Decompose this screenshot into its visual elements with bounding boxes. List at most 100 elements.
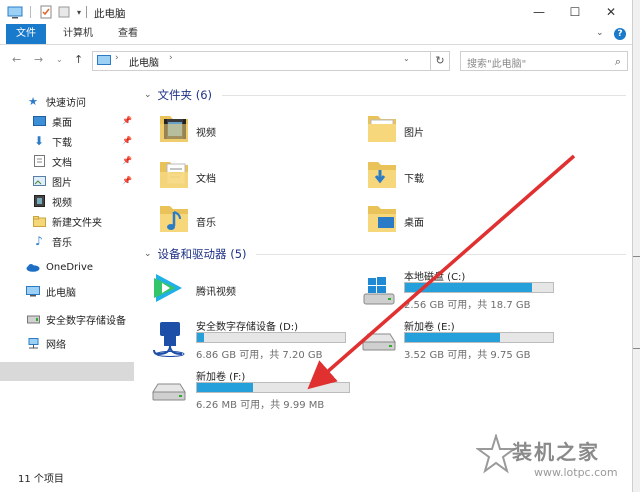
nav-secure-device[interactable]: 安全数字存储设备 [26,310,126,328]
nav-pictures[interactable]: 图片 [32,172,72,190]
section-divider [222,95,626,96]
drive-usage-bar [196,332,346,343]
customize-dropdown-icon[interactable]: ▾ [74,4,84,20]
ribbon-expand-icon[interactable]: ⌄ [596,28,604,38]
nav-onedrive[interactable]: OneDrive [26,258,93,276]
drive-name: 安全数字存储设备 (D:) [196,322,299,333]
nav-documents[interactable]: 文档 [32,152,72,170]
nav-new-folder[interactable]: 新建文件夹 [32,212,102,230]
maximize-button[interactable]: ☐ [558,0,592,24]
nav-label: 文档 [52,157,72,169]
drive-name: 新加卷 (F:) [196,372,246,383]
nav-this-pc[interactable]: 此电脑 [26,282,76,300]
drive-f[interactable]: 新加卷 (F:) 6.26 MB 可用，共 9.99 MB [150,368,360,412]
address-bar[interactable]: › 此电脑 › ⌄ [92,51,434,71]
recent-dropdown-icon[interactable]: ⌄ [56,55,63,64]
new-folder-icon[interactable] [56,4,72,20]
chevron-right-icon[interactable]: › [169,53,173,63]
folders-section-header[interactable]: ⌄ 文件夹 (6) [144,86,212,104]
nav-selection-highlight [0,362,134,381]
document-folder-icon [160,162,188,188]
refresh-button[interactable]: ↻ [430,51,450,71]
background-line [633,348,640,349]
help-icon[interactable]: ? [614,28,626,40]
folder-icon [32,215,46,227]
watermark: 装机之家 www.lotpc.com [476,432,628,488]
chevron-right-icon[interactable]: › [115,53,119,63]
address-dropdown-icon[interactable]: ⌄ [403,54,410,63]
search-icon[interactable]: ⌕ [615,55,621,69]
folder-downloads[interactable]: 下载 [366,156,546,196]
folder-pictures[interactable]: 图片 [366,110,546,150]
drive-name: 新加卷 (E:) [404,322,455,333]
drives-section-header[interactable]: ⌄ 设备和驱动器 (5) [144,245,247,263]
music-folder-icon [160,206,188,232]
background-window-edge [632,0,640,492]
document-icon [32,155,46,167]
drive-info: 2.56 GB 可用，共 18.7 GB [404,300,531,311]
nav-label: 图片 [52,177,72,189]
address-path[interactable]: 此电脑 [129,54,159,69]
cloud-icon [26,261,40,273]
background-line [633,256,640,257]
section-title: 文件夹 (6) [157,88,212,102]
forward-arrow-icon[interactable]: → [34,53,43,66]
pin-icon[interactable]: 📌 [122,156,132,165]
minimize-button[interactable]: — [522,0,556,24]
drive-d[interactable]: 安全数字存储设备 (D:) 6.86 GB 可用，共 7.20 GB [150,318,360,362]
nav-label: 此电脑 [46,287,76,299]
computer-icon[interactable] [6,4,24,20]
pin-icon[interactable]: 📌 [122,136,132,145]
drive-tencent-video[interactable]: 腾讯视频 [150,270,350,310]
nav-label: OneDrive [46,261,94,273]
nav-music[interactable]: ♪ 音乐 [32,232,72,250]
folder-desktop[interactable]: 桌面 [366,200,546,240]
download-folder-icon [368,162,396,188]
back-arrow-icon[interactable]: ← [12,53,21,66]
explorer-window: ▾ 此电脑 — ☐ ✕ 文件 计算机 查看 ⌄ ? ← → ⌄ ↑ › 此电脑 … [0,0,632,492]
nav-label: 音乐 [52,237,72,249]
tab-file[interactable]: 文件 [6,24,46,44]
drive-usage-fill [405,283,533,292]
watermark-url: www.lotpc.com [534,466,618,479]
window-title: 此电脑 [94,8,126,20]
nav-label: 安全数字存储设备 [46,315,126,327]
nav-desktop[interactable]: 桌面 [32,112,72,130]
collapse-caret-icon[interactable]: ⌄ [144,249,152,259]
nav-label: 新建文件夹 [52,217,102,229]
video-icon [32,195,46,207]
search-box[interactable]: 搜索"此电脑" ⌕ [460,51,628,71]
picture-folder-icon [368,116,396,142]
nav-videos[interactable]: 视频 [32,192,72,210]
star-icon: ★ [28,94,38,108]
tab-computer[interactable]: 计算机 [56,24,100,44]
title-separator [86,6,87,18]
computer-icon [97,55,111,65]
drive-info: 3.52 GB 可用，共 9.75 GB [404,350,531,361]
up-arrow-icon[interactable]: ↑ [74,53,83,66]
properties-icon[interactable] [38,4,54,20]
nav-network[interactable]: 网络 [26,334,66,352]
folder-documents[interactable]: 文档 [158,156,338,196]
folder-music[interactable]: 音乐 [158,200,338,240]
pin-icon[interactable]: 📌 [122,116,132,125]
nav-label: 快速访问 [46,97,86,109]
nav-quick-access[interactable]: ★ 快速访问 [26,92,86,110]
tab-view[interactable]: 查看 [108,24,148,44]
drive-usage-bar [404,282,554,293]
tencent-video-icon [154,274,182,302]
search-input[interactable]: 搜索"此电脑" [467,55,526,70]
close-button[interactable]: ✕ [594,0,628,24]
section-divider [256,254,626,255]
collapse-caret-icon[interactable]: ⌄ [144,90,152,100]
folder-videos[interactable]: 视频 [158,110,338,150]
drive-usage-fill [197,333,205,342]
pin-icon[interactable]: 📌 [122,176,132,185]
nav-downloads[interactable]: ⬇ 下载 [32,132,72,150]
drive-c[interactable]: 本地磁盘 (C:) 2.56 GB 可用，共 18.7 GB [360,268,560,312]
download-icon: ⬇ [33,134,45,148]
ribbon: 文件 计算机 查看 ⌄ ? [0,24,632,45]
drive-usage-bar [196,382,350,393]
drive-e[interactable]: 新加卷 (E:) 3.52 GB 可用，共 9.75 GB [360,318,570,362]
section-title: 设备和驱动器 (5) [157,247,247,261]
